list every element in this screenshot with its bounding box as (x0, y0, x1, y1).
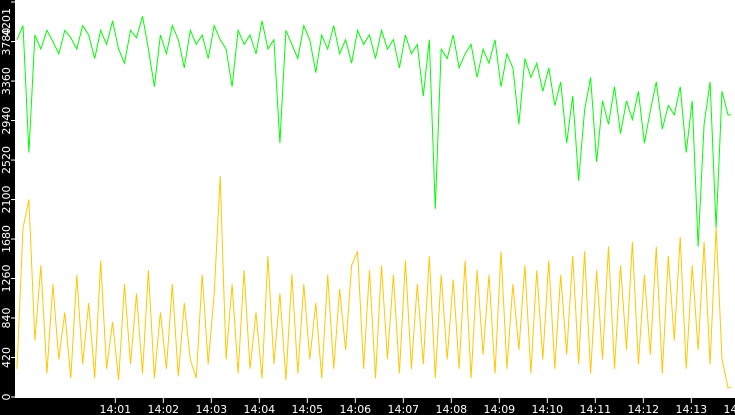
y-tick-label: 1260 (0, 265, 13, 293)
y-tick-label: 3360 (0, 67, 13, 95)
y-tick-label: 0 (0, 394, 13, 401)
x-tick-label: 14:01 (99, 403, 131, 415)
x-tick-label: 14:04 (243, 403, 275, 415)
y-tick-label: 2100 (0, 186, 13, 214)
chart: 042084012601680210025202940336037804201 … (0, 0, 735, 415)
y-tick-label: 4201 (0, 8, 13, 36)
x-tick-label: 14:02 (147, 403, 179, 415)
x-tick-label: 14:11 (579, 403, 611, 415)
x-tick-label: 14:12 (627, 403, 659, 415)
y-axis: 042084012601680210025202940336037804201 (0, 1, 15, 401)
x-tick-label: 14:06 (339, 403, 371, 415)
x-tick-label: 14:13 (675, 403, 707, 415)
x-tick-label: 14:08 (435, 403, 467, 415)
x-axis: 14:01 14:02 14:03 14:04 14:05 14:06 14:07 14:08… (99, 398, 735, 415)
y-tick-label: 2940 (0, 107, 13, 135)
y-tick-label: 420 (0, 347, 13, 368)
x-tick-label: 14:10 (531, 403, 563, 415)
x-tick-label: 14:14 (723, 403, 735, 415)
x-tick-label: 14:03 (195, 403, 227, 415)
x-tick-label: 14:09 (483, 403, 515, 415)
x-tick-label: 14:05 (291, 403, 323, 415)
y-tick-label: 840 (0, 308, 13, 329)
x-tick-label: 14:07 (387, 403, 419, 415)
y-tick-label: 2520 (0, 146, 13, 174)
y-tick-label: 1680 (0, 225, 13, 253)
